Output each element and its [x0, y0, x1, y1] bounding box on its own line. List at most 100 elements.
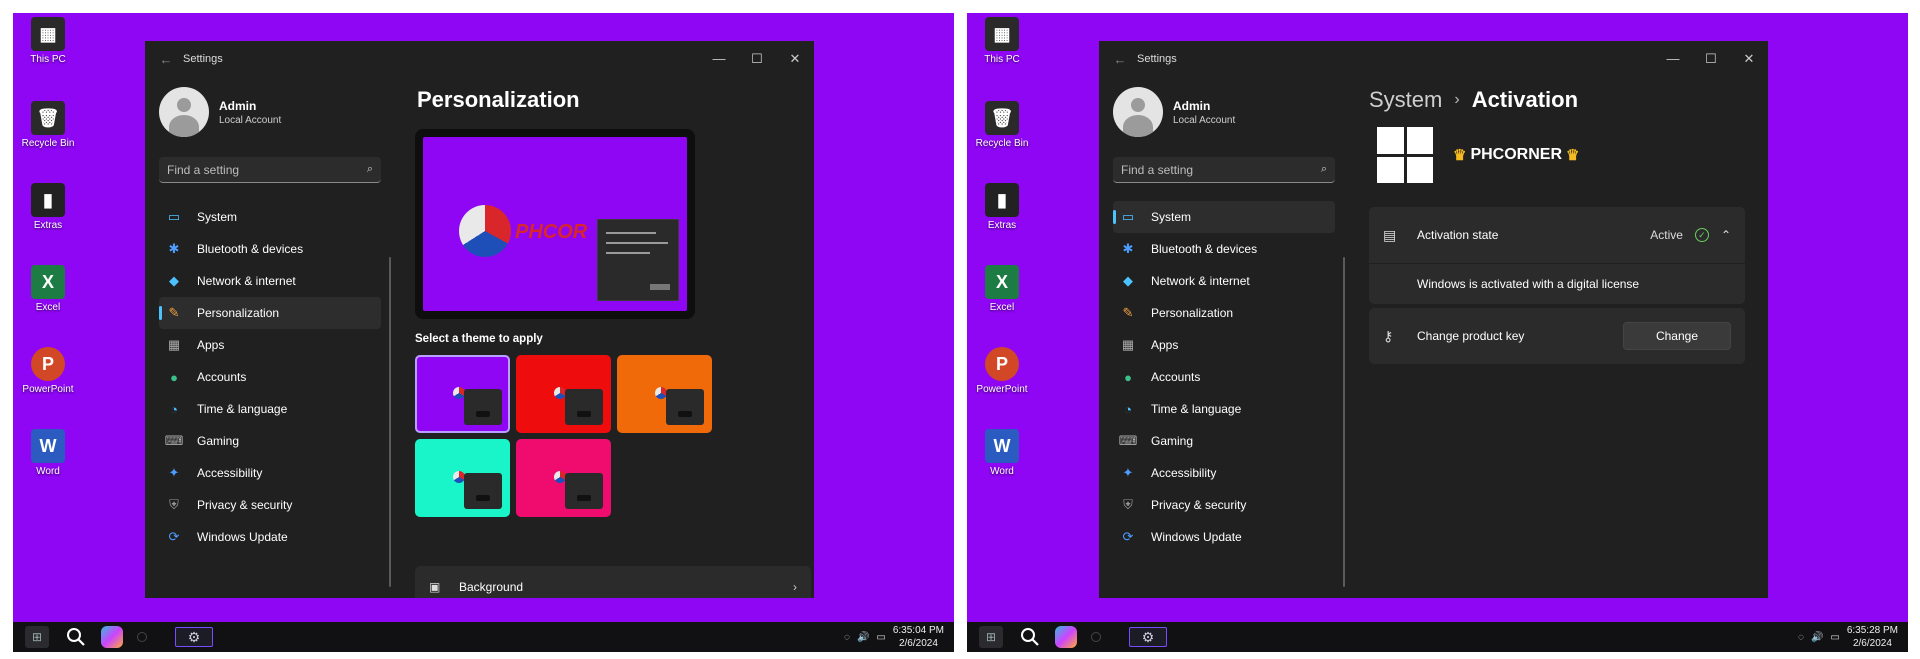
sidebar-item-apps[interactable]: ▦ Apps [1113, 329, 1335, 361]
sidebar-item-bluetooth[interactable]: ✱ Bluetooth & devices [1113, 233, 1335, 265]
close-icon[interactable]: ✕ [776, 51, 814, 67]
sidebar-item-gaming[interactable]: ⌨ Gaming [1113, 425, 1335, 457]
desktop-icon-label: Extras [987, 220, 1017, 231]
powerpoint-icon: P [31, 347, 65, 381]
sidebar-item-system[interactable]: ▭ System [1113, 201, 1335, 233]
background-setting-card[interactable]: ▣ Background › [415, 566, 811, 598]
desktop-icon-extras[interactable]: ▮ Extras [972, 183, 1032, 231]
desktop-icon-this-pc[interactable]: ▦ This PC [18, 17, 78, 65]
search-input[interactable] [167, 162, 367, 177]
back-arrow-icon[interactable]: ← [151, 52, 181, 67]
sidebar-item-label: Privacy & security [1151, 498, 1247, 512]
clock[interactable]: 6:35:04 PM 2/6/2024 [893, 624, 944, 650]
start-icon[interactable]: ⊞ [25, 626, 49, 648]
theme-option-teal[interactable] [415, 439, 510, 517]
window-title: Settings [1137, 53, 1177, 65]
search-icon[interactable] [1017, 624, 1043, 650]
breadcrumb-parent[interactable]: System [1369, 87, 1442, 113]
taskview-icon[interactable] [137, 632, 147, 642]
sidebar-item-windows-update[interactable]: ⟳ Windows Update [159, 521, 381, 553]
chevron-right-icon: › [793, 580, 797, 594]
desktop-icon-powerpoint[interactable]: P PowerPoint [18, 347, 78, 395]
user-profile[interactable]: Admin Local Account [145, 77, 395, 147]
chevron-up-icon[interactable]: ◌ [844, 632, 850, 643]
activation-state-card[interactable]: ▤ Activation state Active ✓ ⌃ [1369, 207, 1745, 263]
sidebar-item-bluetooth[interactable]: ✱ Bluetooth & devices [159, 233, 381, 265]
theme-option-orange[interactable] [617, 355, 712, 433]
sidebar-item-label: Windows Update [197, 530, 288, 544]
minimize-icon[interactable]: — [1654, 51, 1692, 67]
sidebar-item-accounts[interactable]: ● Accounts [159, 361, 381, 393]
breadcrumb-separator: › [1454, 91, 1460, 108]
search-box[interactable]: ⌕ [1113, 157, 1335, 183]
start-icon[interactable]: ⊞ [979, 626, 1003, 648]
desktop-icon-excel[interactable]: X Excel [972, 265, 1032, 313]
sidebar-item-time-language[interactable]: ◔ Time & language [1113, 393, 1335, 425]
theme-section-label: Select a theme to apply [415, 333, 543, 345]
sidebar-item-time-language[interactable]: ◔ Time & language [159, 393, 381, 425]
sidebar-item-network[interactable]: ◆ Network & internet [1113, 265, 1335, 297]
theme-option-pink[interactable] [516, 439, 611, 517]
apps-icon: ▦ [1121, 337, 1135, 352]
settings-taskbar-icon[interactable]: ⚙ [175, 627, 213, 647]
apps-icon: ▦ [167, 337, 181, 352]
volume-icon[interactable]: 🔊 [1811, 632, 1823, 643]
desktop-icon-excel[interactable]: X Excel [18, 265, 78, 313]
system-icon: ▭ [167, 209, 181, 224]
maximize-icon[interactable]: ☐ [738, 51, 776, 67]
copilot-icon[interactable] [1055, 626, 1077, 648]
user-account-type: Local Account [1173, 114, 1236, 126]
desktop-icon-label: Extras [33, 220, 63, 231]
clock[interactable]: 6:35:28 PM 2/6/2024 [1847, 624, 1898, 650]
sidebar-item-privacy[interactable]: ⛨ Privacy & security [1113, 489, 1335, 521]
desktop-icon-recycle-bin[interactable]: 🗑 Recycle Bin [972, 101, 1032, 149]
desktop-icon-word[interactable]: W Word [972, 429, 1032, 477]
chevron-up-icon[interactable]: ⌃ [1721, 228, 1731, 242]
settings-taskbar-icon[interactable]: ⚙ [1129, 627, 1167, 647]
sidebar-item-accessibility[interactable]: ✦ Accessibility [159, 457, 381, 489]
desktop-icon-label: Word [36, 466, 60, 477]
taskbar: ⊞ ⚙ ◌ 🔊 ▭ 6:35:04 PM 2/6/2024 [13, 622, 954, 652]
sidebar-item-accessibility[interactable]: ✦ Accessibility [1113, 457, 1335, 489]
change-product-key-button[interactable]: Change [1623, 322, 1731, 350]
sidebar-item-apps[interactable]: ▦ Apps [159, 329, 381, 361]
network-tray-icon[interactable]: ▭ [1830, 632, 1839, 643]
close-icon[interactable]: ✕ [1730, 51, 1768, 67]
excel-icon: X [31, 265, 65, 299]
desktop-icon-label: PowerPoint [22, 384, 74, 395]
sidebar-item-personalization[interactable]: ✎ Personalization [1113, 297, 1335, 329]
sidebar-item-privacy[interactable]: ⛨ Privacy & security [159, 489, 381, 521]
back-arrow-icon[interactable]: ← [1105, 52, 1135, 67]
sidebar-item-system[interactable]: ▭ System [159, 201, 381, 233]
maximize-icon[interactable]: ☐ [1692, 51, 1730, 67]
volume-icon[interactable]: 🔊 [857, 632, 869, 643]
copilot-icon[interactable] [101, 626, 123, 648]
sidebar-item-personalization[interactable]: ✎ Personalization [159, 297, 381, 329]
desktop-icon-recycle-bin[interactable]: 🗑 Recycle Bin [18, 101, 78, 149]
desktop-icon-extras[interactable]: ▮ Extras [18, 183, 78, 231]
sidebar-scrollbar[interactable] [389, 257, 391, 587]
network-tray-icon[interactable]: ▭ [876, 632, 885, 643]
desktop-icon-word[interactable]: W Word [18, 429, 78, 477]
gaming-icon: ⌨ [1118, 433, 1138, 448]
desktop-icon-powerpoint[interactable]: P PowerPoint [972, 347, 1032, 395]
sidebar-item-windows-update[interactable]: ⟳ Windows Update [1113, 521, 1335, 553]
sidebar-nav: ▭ System ✱ Bluetooth & devices ◆ Network & … [1099, 201, 1349, 553]
taskview-icon[interactable] [1091, 632, 1101, 642]
search-input[interactable] [1121, 162, 1321, 177]
minimize-icon[interactable]: — [700, 51, 738, 67]
sidebar-item-network[interactable]: ◆ Network & internet [159, 265, 381, 297]
preview-window-icon [597, 219, 679, 301]
search-box[interactable]: ⌕ [159, 157, 381, 183]
sidebar-scrollbar[interactable] [1343, 257, 1345, 587]
search-icon[interactable] [63, 624, 89, 650]
desktop-icon-this-pc[interactable]: ▦ This PC [972, 17, 1032, 65]
sidebar-item-accounts[interactable]: ● Accounts [1113, 361, 1335, 393]
theme-option-purple[interactable] [415, 355, 510, 433]
user-profile[interactable]: Admin Local Account [1099, 77, 1349, 147]
chevron-up-icon[interactable]: ◌ [1798, 632, 1804, 643]
sidebar-item-gaming[interactable]: ⌨ Gaming [159, 425, 381, 457]
theme-option-red[interactable] [516, 355, 611, 433]
desktop-icon-label: Excel [35, 302, 61, 313]
sidebar-item-label: System [197, 210, 238, 224]
